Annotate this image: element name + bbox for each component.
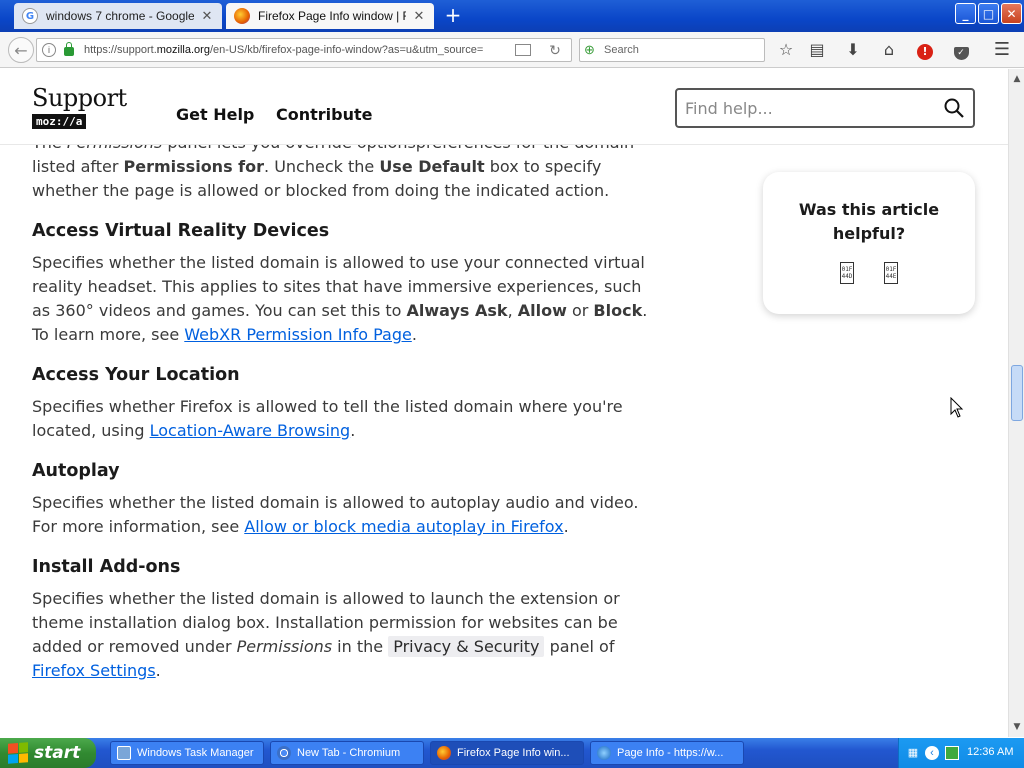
logo-mozilla[interactable]: moz://a <box>32 114 87 129</box>
thumbs-down-icon[interactable]: 01F 44E <box>884 262 898 284</box>
scrollbar-thumb[interactable] <box>1011 365 1023 421</box>
nav-contribute[interactable]: Contribute <box>276 105 373 124</box>
taskbar: start Windows Task Manager New Tab - Chr… <box>0 738 1024 768</box>
close-tab-icon[interactable]: ✕ <box>412 9 426 24</box>
web-page: Support moz://a Get Help Contribute Find… <box>0 69 1008 737</box>
task-manager-icon <box>117 746 131 760</box>
firefox-icon <box>437 746 451 760</box>
autoplay-paragraph: Specifies whether the listed domain is a… <box>32 493 639 536</box>
helpful-card: Was this article helpful? 01F 44D 01F 44… <box>763 172 975 314</box>
task-windows-task-manager[interactable]: Windows Task Manager <box>110 741 264 765</box>
home-icon[interactable]: ⌂ <box>879 40 899 60</box>
chevron-left-icon[interactable]: ‹ <box>925 746 939 760</box>
firefox-settings-link[interactable]: Firefox Settings <box>32 661 156 680</box>
logo-support-text[interactable]: Support <box>32 84 127 112</box>
navigation-toolbar: ← i https://support.mozilla.org/en-US/kb… <box>0 32 1024 68</box>
article-body: The Permissions panel lets you override … <box>32 131 652 699</box>
find-help-placeholder: Find help... <box>685 98 773 118</box>
minimize-button[interactable]: _ <box>955 3 976 24</box>
title-bar: G windows 7 chrome - Google S... ✕ Firef… <box>0 0 1024 32</box>
reader-view-icon[interactable] <box>515 44 531 56</box>
autoplay-link[interactable]: Allow or block media autoplay in Firefox <box>244 517 563 536</box>
reload-icon[interactable]: ↻ <box>547 42 563 59</box>
search-icon[interactable] <box>944 98 964 118</box>
windows-logo-icon <box>8 742 28 764</box>
address-bar[interactable]: i https://support.mozilla.org/en-US/kb/f… <box>36 38 572 62</box>
pocket-icon[interactable]: ✓ <box>951 40 971 60</box>
vertical-scrollbar[interactable]: ▲ ▼ <box>1008 69 1024 737</box>
keyboard-icon[interactable]: ▦ <box>906 746 920 760</box>
ie-icon <box>597 746 611 760</box>
helpful-title: Was this article helpful? <box>798 200 940 243</box>
tab-firefox-page-info[interactable]: Firefox Page Info window | Fi... ✕ <box>226 3 434 29</box>
network-icon[interactable] <box>945 746 959 760</box>
privacy-security-label: Privacy & Security <box>388 636 545 657</box>
back-button[interactable]: ← <box>8 37 34 63</box>
webxr-link[interactable]: WebXR Permission Info Page <box>184 325 412 344</box>
notification-icon[interactable]: ! <box>915 40 935 60</box>
tab-title: Firefox Page Info window | Fi... <box>258 9 406 23</box>
bookmark-star-icon[interactable]: ☆ <box>776 40 796 60</box>
menu-icon[interactable]: ☰ <box>992 40 1012 60</box>
task-firefox[interactable]: Firefox Page Info win... <box>430 741 584 765</box>
chromium-icon <box>277 746 291 760</box>
close-window-button[interactable]: ✕ <box>1001 3 1022 24</box>
heading-autoplay: Autoplay <box>32 461 120 481</box>
heading-vr-devices: Access Virtual Reality Devices <box>32 221 330 241</box>
info-icon[interactable]: i <box>42 43 56 57</box>
task-page-info[interactable]: Page Info - https://w... <box>590 741 744 765</box>
heading-location: Access Your Location <box>32 365 240 385</box>
start-button[interactable]: start <box>0 738 96 768</box>
maximize-button[interactable]: □ <box>978 3 999 24</box>
maximize-icon: □ <box>982 6 995 21</box>
site-header: Support moz://a Get Help Contribute Find… <box>0 69 1008 145</box>
scroll-down-icon[interactable]: ▼ <box>1010 719 1024 735</box>
heading-install-addons: Install Add-ons <box>32 557 181 577</box>
download-icon[interactable]: ⬇ <box>843 40 863 60</box>
vr-devices-paragraph: Specifies whether the listed domain is a… <box>32 253 648 344</box>
firefox-icon <box>234 8 250 24</box>
search-bar[interactable]: ⊕ Search <box>579 38 765 62</box>
new-tab-button[interactable]: + <box>442 5 464 27</box>
location-paragraph: Specifies whether Firefox is allowed to … <box>32 397 623 440</box>
mouse-cursor-icon <box>950 397 964 418</box>
url-text[interactable]: https://support.mozilla.org/en-US/kb/fir… <box>84 44 515 56</box>
system-tray: ▦ ‹ 12:36 AM <box>898 738 1024 768</box>
install-addons-paragraph: Specifies whether the listed domain is a… <box>32 589 620 680</box>
tab-google-search[interactable]: G windows 7 chrome - Google S... ✕ <box>14 3 222 29</box>
location-aware-link[interactable]: Location-Aware Browsing <box>150 421 351 440</box>
find-help-input[interactable]: Find help... <box>675 88 975 128</box>
reading-list-icon[interactable]: ▤ <box>807 40 827 60</box>
clock: 12:36 AM <box>967 746 1014 758</box>
close-tab-icon[interactable]: ✕ <box>200 9 214 24</box>
search-engine-icon[interactable]: ⊕ <box>584 42 602 58</box>
nav-get-help[interactable]: Get Help <box>176 105 254 124</box>
scroll-up-icon[interactable]: ▲ <box>1010 71 1024 87</box>
search-placeholder: Search <box>604 44 639 56</box>
task-chromium[interactable]: New Tab - Chromium <box>270 741 424 765</box>
minimize-icon: _ <box>962 6 969 21</box>
close-icon: ✕ <box>1006 6 1017 21</box>
thumbs-up-icon[interactable]: 01F 44D <box>840 262 854 284</box>
back-arrow-icon: ← <box>14 40 28 60</box>
google-icon: G <box>22 8 38 24</box>
start-label: start <box>34 743 81 763</box>
lock-icon[interactable] <box>64 42 74 56</box>
tab-title: windows 7 chrome - Google S... <box>46 9 194 23</box>
